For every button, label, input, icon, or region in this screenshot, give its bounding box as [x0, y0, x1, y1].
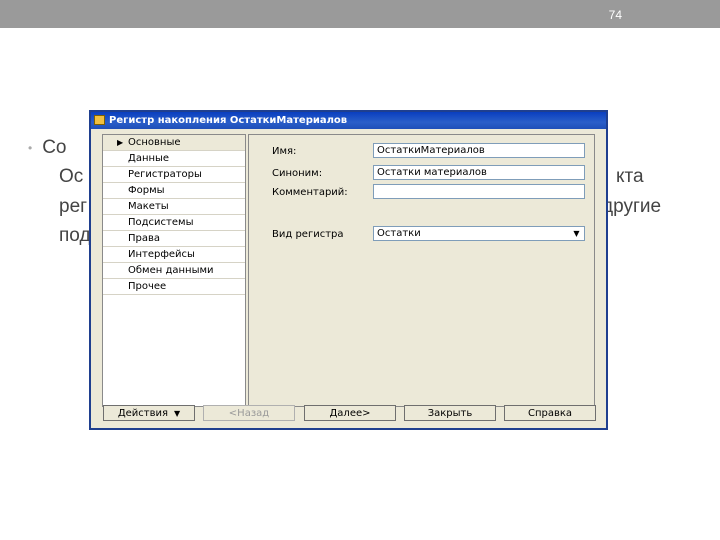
- bullet-line-3: рег: [59, 196, 88, 217]
- bullet-line-4: под: [59, 225, 91, 246]
- nav-item-label: Данные: [128, 153, 170, 164]
- section-list: ▶ Основные Данные Регистраторы Формы Маке…: [102, 134, 246, 407]
- slide-number: 74: [608, 8, 622, 22]
- nav-item-label: Макеты: [128, 201, 169, 212]
- nav-item-subsystems[interactable]: Подсистемы: [103, 215, 245, 231]
- nav-item-forms[interactable]: Формы: [103, 183, 245, 199]
- nav-item-registrators[interactable]: Регистраторы: [103, 167, 245, 183]
- nav-item-label: Формы: [128, 185, 165, 196]
- actions-button[interactable]: Действия ▼: [103, 405, 195, 421]
- nav-item-data[interactable]: Данные: [103, 151, 245, 167]
- nav-item-other[interactable]: Прочее: [103, 279, 245, 295]
- bullet-line-2: Ос: [59, 166, 84, 187]
- properties-panel: Имя: ОстаткиМатериалов Синоним: Остатки …: [248, 134, 595, 407]
- triangle-right-icon: ▶: [117, 138, 124, 147]
- nav-item-label: Обмен данными: [128, 265, 214, 276]
- dropdown-arrow-icon[interactable]: ▼: [569, 227, 584, 240]
- synonym-label: Синоним:: [272, 168, 323, 179]
- nav-item-interfaces[interactable]: Интерфейсы: [103, 247, 245, 263]
- synonym-field[interactable]: Остатки материалов: [373, 165, 585, 180]
- register-icon: [94, 115, 105, 125]
- back-button[interactable]: <Назад: [203, 405, 295, 421]
- nav-item-templates[interactable]: Макеты: [103, 199, 245, 215]
- register-dialog: Регистр накопления ОстаткиМатериалов ▶ Ос…: [89, 110, 608, 430]
- nav-item-label: Подсистемы: [128, 217, 194, 228]
- nav-item-label: Регистраторы: [128, 169, 202, 180]
- nav-item-rights[interactable]: Права: [103, 231, 245, 247]
- register-kind-label: Вид регистра: [272, 229, 344, 240]
- help-button[interactable]: Справка: [504, 405, 596, 421]
- nav-item-label: Права: [128, 233, 161, 244]
- comment-field[interactable]: [373, 184, 585, 199]
- bullet-fragment-2: другие: [602, 196, 662, 217]
- actions-button-label: Действия: [117, 407, 169, 419]
- chevron-down-icon: ▼: [174, 408, 181, 418]
- slide-top-bar: 74: [0, 0, 720, 28]
- bullet-fragment-1: кта: [616, 166, 644, 187]
- bullet-icon: •: [28, 141, 33, 155]
- register-kind-select[interactable]: Остатки ▼: [373, 226, 585, 241]
- name-field[interactable]: ОстаткиМатериалов: [373, 143, 585, 158]
- next-button[interactable]: Далее>: [304, 405, 396, 421]
- dialog-titlebar[interactable]: Регистр накопления ОстаткиМатериалов: [91, 112, 606, 129]
- nav-item-label: Основные: [128, 137, 181, 148]
- close-button[interactable]: Закрыть: [404, 405, 496, 421]
- nav-item-label: Интерфейсы: [128, 249, 195, 260]
- comment-label: Комментарий:: [272, 187, 348, 198]
- dialog-title: Регистр накопления ОстаткиМатериалов: [109, 115, 348, 126]
- bullet-line-1: Со: [42, 137, 67, 159]
- nav-item-main[interactable]: ▶ Основные: [103, 135, 245, 151]
- register-kind-value: Остатки: [377, 228, 421, 239]
- name-label: Имя:: [272, 146, 297, 157]
- nav-item-data-exchange[interactable]: Обмен данными: [103, 263, 245, 279]
- nav-item-label: Прочее: [128, 281, 167, 292]
